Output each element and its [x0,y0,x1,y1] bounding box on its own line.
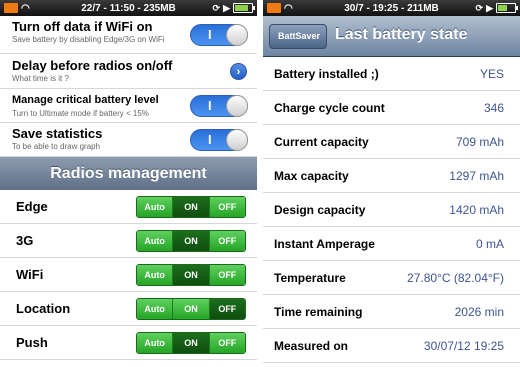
segment-auto[interactable]: Auto [137,299,174,319]
info-label: Current capacity [274,135,369,149]
info-label: Max capacity [274,169,349,183]
info-row: Charge cycle count 346 [263,91,520,125]
radio-name: Edge [16,199,48,214]
info-row: Current capacity 709 mAh [263,125,520,159]
status-bar: ◠ 22/7 - 11:50 - 235MB ⟳ ▶ [0,0,257,16]
info-label: Design capacity [274,203,366,217]
wifi-signal-icon: ◠ [284,2,293,14]
left-screen: ◠ 22/7 - 11:50 - 235MB ⟳ ▶ Turn off data… [0,0,257,367]
setting-save-statistics: Save statistics To be able to draw graph… [0,123,257,157]
info-row: Temperature 27.80°C (82.04°F) [263,261,520,295]
segment-on[interactable]: ON [173,333,210,353]
turn-off-data-toggle[interactable]: I [190,24,248,46]
setting-critical-battery: Manage critical battery level Turn to Ul… [0,89,257,123]
setting-delay-radios[interactable]: Delay before radios on/off What time is … [0,54,257,89]
segment-off[interactable]: OFF [209,299,245,319]
battery-info-list: Battery installed ;) YES Charge cycle coun… [263,57,520,363]
info-value: YES [479,67,504,81]
radio-row-wifi: WiFi Auto ON OFF [0,258,257,292]
radio-mode-segmented-control: Auto ON OFF [136,298,246,320]
radio-mode-segmented-control: Auto ON OFF [136,332,246,354]
carrier-logo-icon [4,3,18,13]
radio-row-edge: Edge Auto ON OFF [0,190,257,224]
page-title: Last battery state [335,26,468,43]
orientation-lock-icon: ⟳ [475,2,484,13]
right-screen: ◠ 30/7 - 19:25 - 211MB ⟳ ▶ BattSaver Las… [263,0,520,367]
info-label: Charge cycle count [274,101,385,115]
critical-battery-toggle[interactable]: I [190,95,248,117]
segment-on[interactable]: ON [173,197,210,217]
status-bar: ◠ 30/7 - 19:25 - 211MB ⟳ ▶ [263,0,520,16]
back-button[interactable]: BattSaver [269,24,328,49]
segment-auto[interactable]: Auto [137,333,174,353]
radio-mode-segmented-control: Auto ON OFF [136,264,246,286]
segment-auto[interactable]: Auto [137,197,174,217]
info-row: Design capacity 1420 mAh [263,193,520,227]
segment-on[interactable]: ON [173,231,210,251]
radio-row-location: Location Auto ON OFF [0,292,257,326]
segment-on[interactable]: ON [173,299,210,319]
info-value: 709 mAh [455,135,504,149]
navigation-bar: BattSaver Last battery state [263,16,520,57]
segment-auto[interactable]: Auto [137,231,174,251]
info-row: Max capacity 1297 mAh [263,159,520,193]
segment-on[interactable]: ON [173,265,210,285]
radio-name: Push [16,335,48,350]
radio-name: 3G [16,233,34,248]
toggle-knob [226,95,248,117]
play-icon: ▶ [223,2,230,13]
play-icon: ▶ [486,2,493,13]
info-value: 0 mA [475,237,504,251]
info-value: 1297 mAh [449,169,504,183]
save-statistics-toggle[interactable]: I [190,129,248,151]
segment-off[interactable]: OFF [209,265,245,285]
radio-name: Location [16,301,71,316]
carrier-logo-icon [267,3,281,13]
info-value: 346 [483,101,504,115]
battery-icon [233,3,255,13]
setting-subtitle: What time is it ? [12,74,69,83]
setting-title: Delay before radios on/off [12,58,173,73]
info-value: 1420 mAh [449,203,504,217]
info-label: Temperature [274,271,346,285]
disclosure-arrow-icon[interactable]: › [230,63,247,80]
segment-off[interactable]: OFF [209,333,245,353]
info-label: Battery installed ;) [274,67,379,81]
info-row: Instant Amperage 0 mA [263,227,520,261]
toggle-knob [226,129,248,151]
radio-mode-segmented-control: Auto ON OFF [136,230,246,252]
info-row: Time remaining 2026 min [263,295,520,329]
radio-name: WiFi [16,267,44,282]
orientation-lock-icon: ⟳ [212,2,221,13]
segment-off[interactable]: OFF [209,231,245,251]
toggle-knob [226,24,248,46]
radio-row-3g: 3G Auto ON OFF [0,224,257,258]
section-header: Radios management [0,157,257,190]
info-row: Battery installed ;) YES [263,57,520,91]
wifi-signal-icon: ◠ [21,2,30,14]
info-row: Measured on 30/07/12 19:25 [263,329,520,363]
battery-icon [496,3,518,13]
info-value: 2026 min [454,305,504,319]
segment-off[interactable]: OFF [209,197,245,217]
info-label: Instant Amperage [274,237,375,251]
segment-auto[interactable]: Auto [137,265,174,285]
info-label: Measured on [274,339,349,353]
radios-list: Edge Auto ON OFF 3G Auto ON OFF WiFi Auto ON OFF Loc… [0,190,257,360]
info-value: 27.80°C (82.04°F) [407,271,504,285]
info-value: 30/07/12 19:25 [423,339,504,353]
setting-turn-off-data: Turn off data if WiFi on Save battery by… [0,16,257,54]
radio-mode-segmented-control: Auto ON OFF [136,196,246,218]
radio-row-push: Push Auto ON OFF [0,326,257,360]
info-label: Time remaining [274,305,363,319]
